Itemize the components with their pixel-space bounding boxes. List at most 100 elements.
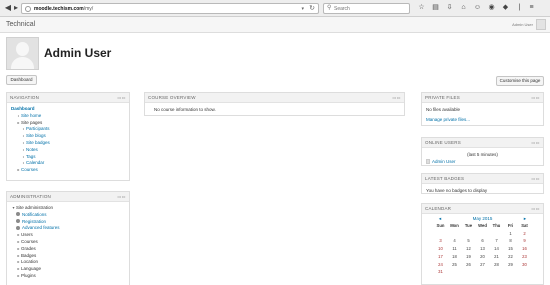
- calendar-day[interactable]: 6: [476, 237, 490, 245]
- calendar-day[interactable]: 9: [518, 237, 532, 245]
- user-menu-label[interactable]: Admin User: [512, 22, 533, 28]
- tree-item[interactable]: • Participants: [11, 126, 125, 133]
- extension-icon[interactable]: ◆: [501, 3, 510, 13]
- calendar-day[interactable]: 17: [434, 253, 448, 261]
- search-bar[interactable]: ⚲: [323, 3, 410, 14]
- menu-icon[interactable]: ≡: [527, 3, 536, 13]
- tree-item[interactable]: • Site blogs: [11, 133, 125, 140]
- calendar-day[interactable]: 5: [462, 237, 476, 245]
- customise-page-button[interactable]: Customise this page: [496, 76, 544, 86]
- tree-item-label[interactable]: Participants: [26, 126, 50, 131]
- calendar-day[interactable]: 15: [504, 245, 518, 253]
- block-controls-icon[interactable]: ▭▭: [117, 195, 126, 199]
- tree-item-label[interactable]: Site blogs: [26, 133, 46, 138]
- calendar-day[interactable]: 16: [518, 245, 532, 253]
- tree-item[interactable]: Notifications: [11, 212, 125, 219]
- breadcrumb-dashboard[interactable]: Dashboard: [6, 75, 37, 85]
- tree-item[interactable]: • Calendar: [11, 160, 125, 167]
- calendar-day[interactable]: 29: [504, 261, 518, 269]
- calendar-day[interactable]: 3: [434, 237, 448, 245]
- tree-item-label[interactable]: Registration: [22, 219, 46, 224]
- tree-item-label[interactable]: Users: [21, 232, 33, 237]
- tree-item[interactable]: ▸ Courses: [11, 239, 125, 246]
- tree-item[interactable]: • Site badges: [11, 140, 125, 147]
- block-controls-icon[interactable]: ▭▭: [531, 207, 540, 211]
- address-url[interactable]: moodle.techism.com/my/: [34, 5, 93, 13]
- tree-item[interactable]: ▾ Site administration: [11, 205, 125, 212]
- tree-item[interactable]: • Site home: [11, 113, 125, 120]
- tree-item-label[interactable]: Badges: [21, 253, 36, 258]
- calendar-day[interactable]: 13: [476, 245, 490, 253]
- calendar-day[interactable]: 24: [434, 261, 448, 269]
- sync-icon[interactable]: ☺: [473, 3, 482, 13]
- tree-item-label[interactable]: Calendar: [26, 160, 44, 165]
- calendar-day[interactable]: 27: [476, 261, 490, 269]
- download-icon[interactable]: ⇩: [445, 3, 454, 13]
- tree-item-label[interactable]: Courses: [21, 239, 38, 244]
- forward-icon[interactable]: ▸: [11, 3, 21, 13]
- tree-item-label[interactable]: Courses: [21, 167, 38, 172]
- calendar-day[interactable]: 31: [434, 268, 448, 276]
- tree-item[interactable]: ▸ Plugins: [11, 273, 125, 280]
- block-controls-icon[interactable]: ▭▭: [392, 96, 401, 100]
- calendar-day[interactable]: 18: [448, 253, 462, 261]
- tree-item[interactable]: • Notes: [11, 147, 125, 154]
- calendar-day[interactable]: 20: [476, 253, 490, 261]
- block-controls-icon[interactable]: ▭▭: [531, 177, 540, 181]
- tree-item[interactable]: Dashboard: [11, 106, 125, 113]
- calendar-day[interactable]: 8: [504, 237, 518, 245]
- calendar-month-title[interactable]: May 2015: [473, 216, 493, 221]
- calendar-day[interactable]: 10: [434, 245, 448, 253]
- calendar-day[interactable]: 7: [490, 237, 504, 245]
- calendar-day[interactable]: 25: [448, 261, 462, 269]
- user-avatar[interactable]: [536, 19, 546, 30]
- calendar-day[interactable]: 11: [448, 245, 462, 253]
- block-controls-icon[interactable]: ▭▭: [531, 96, 540, 100]
- calendar-day[interactable]: 19: [462, 253, 476, 261]
- tree-item[interactable]: ▸ Location: [11, 259, 125, 266]
- site-brand[interactable]: Technical: [6, 20, 35, 29]
- calendar-day[interactable]: 21: [490, 253, 504, 261]
- calendar-day[interactable]: 14: [490, 245, 504, 253]
- tree-item[interactable]: ▸ Language: [11, 266, 125, 273]
- calendar-next-month-icon[interactable]: ►: [523, 215, 527, 222]
- pocket-icon[interactable]: ◉: [487, 3, 496, 13]
- tree-item[interactable]: ▸ Courses: [11, 167, 125, 174]
- tree-item-label[interactable]: Plugins: [21, 273, 36, 278]
- calendar-day[interactable]: 23: [518, 253, 532, 261]
- star-icon[interactable]: ☆: [417, 3, 426, 13]
- online-user-name[interactable]: Admin User: [432, 158, 456, 165]
- calendar-day[interactable]: 12: [462, 245, 476, 253]
- tree-item[interactable]: Registration: [11, 219, 125, 226]
- tree-item-label[interactable]: Tags: [26, 154, 36, 159]
- manage-private-files-link[interactable]: Manage private files...: [426, 116, 539, 123]
- calendar-day[interactable]: 2: [518, 230, 532, 238]
- block-controls-icon[interactable]: ▭▭: [531, 141, 540, 145]
- reload-icon[interactable]: ↻: [309, 4, 315, 13]
- tree-item[interactable]: • Tags: [11, 154, 125, 161]
- reading-list-icon[interactable]: ▤: [431, 3, 440, 13]
- tree-item-label[interactable]: Site administration: [16, 205, 53, 210]
- tree-item[interactable]: ▸ Badges: [11, 253, 125, 260]
- address-bar[interactable]: moodle.techism.com/my/ ▾ ↻: [21, 3, 319, 14]
- home-icon[interactable]: ⌂: [459, 3, 468, 13]
- calendar-day[interactable]: 1: [504, 230, 518, 238]
- site-info-icon[interactable]: [25, 6, 31, 12]
- tree-item-label[interactable]: Advanced features: [22, 225, 60, 230]
- calendar-day[interactable]: 30: [518, 261, 532, 269]
- calendar-day[interactable]: 22: [504, 253, 518, 261]
- tree-item-label[interactable]: Notes: [26, 147, 38, 152]
- calendar-prev-month-icon[interactable]: ◄: [438, 215, 442, 222]
- tree-item-label[interactable]: Site pages: [21, 120, 42, 125]
- tree-item-label[interactable]: Dashboard: [11, 106, 35, 111]
- search-input[interactable]: [334, 5, 408, 12]
- dropdown-icon[interactable]: ▾: [301, 5, 304, 13]
- calendar-day[interactable]: 28: [490, 261, 504, 269]
- tree-item-label[interactable]: Site home: [21, 113, 41, 118]
- online-user-item[interactable]: Admin User: [426, 158, 539, 165]
- tree-item-label[interactable]: Notifications: [22, 212, 47, 217]
- tree-item[interactable]: ▸ Site pages: [11, 120, 125, 127]
- tree-item[interactable]: ▸ Grades: [11, 246, 125, 253]
- tree-item-label[interactable]: Site badges: [26, 140, 50, 145]
- tree-item[interactable]: ▸ Users: [11, 232, 125, 239]
